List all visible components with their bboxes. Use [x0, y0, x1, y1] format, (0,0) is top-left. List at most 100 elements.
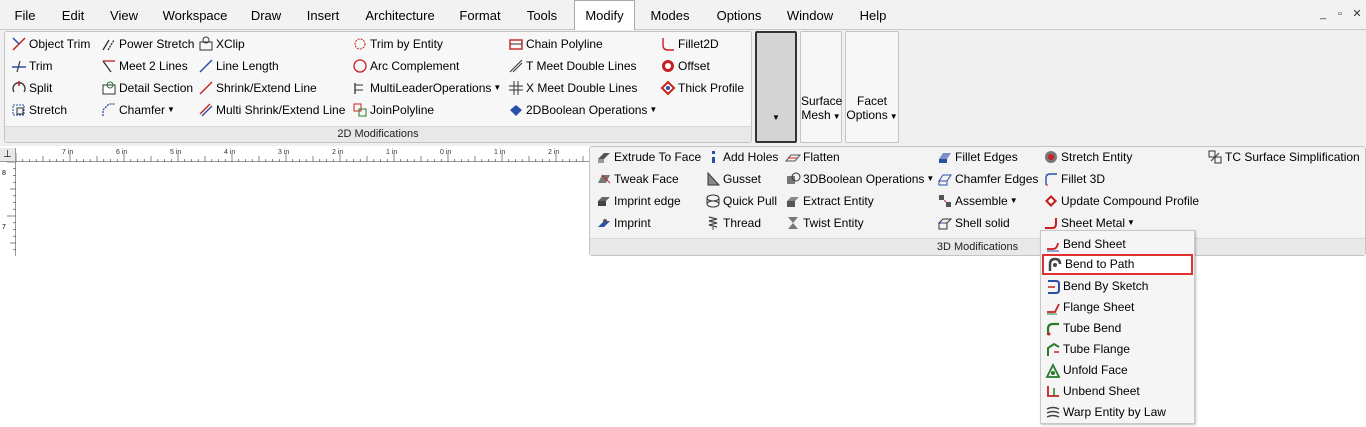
- unbend-sheet-label: Unbend Sheet: [1063, 384, 1140, 398]
- xclip-button[interactable]: XClip: [198, 34, 245, 54]
- gusset-button[interactable]: Gusset: [705, 169, 761, 189]
- menu-file[interactable]: File: [8, 0, 42, 30]
- menu-item-tube-bend[interactable]: Tube Bend: [1042, 318, 1193, 339]
- shrink-extend-line-label: Shrink/Extend Line: [216, 81, 317, 95]
- close-button[interactable]: ✕: [1350, 7, 1364, 21]
- menu-workspace[interactable]: Workspace: [158, 0, 232, 30]
- detail-section-button[interactable]: Detail Section: [101, 78, 193, 98]
- 2d-boolean-operations-button[interactable]: 2DBoolean Operations ▼: [508, 100, 657, 120]
- split-button[interactable]: Split: [11, 78, 52, 98]
- ruler-label: 7 in: [62, 149, 74, 156]
- t-meet-double-lines-button[interactable]: T Meet Double Lines: [508, 56, 637, 76]
- menu-item-warp-entity-by-law[interactable]: Warp Entity by Law: [1042, 402, 1193, 423]
- object-trim-button[interactable]: Object Trim: [11, 34, 90, 54]
- vertical-ruler: 8 7: [0, 162, 16, 256]
- menu-edit[interactable]: Edit: [56, 0, 90, 30]
- expand-panel-button[interactable]: ▼: [755, 31, 797, 143]
- extract-entity-button[interactable]: Extract Entity: [785, 191, 874, 211]
- menu-modes[interactable]: Modes: [644, 0, 696, 30]
- trim-by-entity-button[interactable]: Trim by Entity: [352, 34, 443, 54]
- restore-button[interactable]: ▫: [1333, 7, 1347, 21]
- chamfer-button[interactable]: Chamfer ▼: [101, 100, 175, 120]
- imprint-button[interactable]: Imprint: [596, 213, 651, 233]
- update-compound-profile-button[interactable]: Update Compound Profile: [1043, 191, 1199, 211]
- quick-pull-button[interactable]: Quick Pull: [705, 191, 777, 211]
- chamfer-label: Chamfer: [119, 103, 166, 117]
- multileader-dropdown-arrow: ▼: [493, 83, 502, 92]
- power-stretch-button[interactable]: Power Stretch: [101, 34, 194, 54]
- shell-solid-button[interactable]: Shell solid: [937, 213, 1010, 233]
- detail-section-label: Detail Section: [119, 81, 194, 95]
- thick-profile-button[interactable]: Thick Profile: [660, 78, 744, 98]
- gusset-label: Gusset: [723, 172, 762, 186]
- imprint-edge-button[interactable]: Imprint edge: [596, 191, 681, 211]
- thread-icon: [705, 215, 721, 231]
- shrink-extend-line-button[interactable]: Shrink/Extend Line: [198, 78, 317, 98]
- menu-draw[interactable]: Draw: [246, 0, 286, 30]
- menu-format[interactable]: Format: [454, 0, 506, 30]
- menu-item-bend-by-sketch[interactable]: Bend By Sketch: [1042, 276, 1193, 297]
- multileader-operations-button[interactable]: MultiLeaderOperations ▼: [352, 78, 501, 98]
- multi-shrink-extend-line-button[interactable]: Multi Shrink/Extend Line: [198, 100, 345, 120]
- menu-modify[interactable]: Modify: [574, 0, 635, 31]
- surface-mesh-button[interactable]: Surface Mesh ▼: [800, 31, 842, 143]
- trim-label: Trim: [29, 59, 53, 73]
- menu-item-flange-sheet[interactable]: Flange Sheet: [1042, 297, 1193, 318]
- line-length-button[interactable]: Line Length: [198, 56, 279, 76]
- menu-options[interactable]: Options: [710, 0, 768, 30]
- offset-button[interactable]: Offset: [660, 56, 710, 76]
- x-meet-double-lines-button[interactable]: X Meet Double Lines: [508, 78, 637, 98]
- tube-bend-icon: [1045, 321, 1061, 337]
- ruler-label: 2 in: [548, 149, 560, 156]
- assemble-button[interactable]: Assemble ▼: [937, 191, 1018, 211]
- extrude-to-face-label: Extrude To Face: [614, 150, 702, 164]
- menu-item-unbend-sheet[interactable]: Unbend Sheet: [1042, 381, 1193, 402]
- menu-architecture[interactable]: Architecture: [360, 0, 440, 30]
- flatten-button[interactable]: Flatten: [785, 147, 840, 167]
- join-polyline-button[interactable]: JoinPolyline: [352, 100, 434, 120]
- menu-window[interactable]: Window: [782, 0, 838, 30]
- ruler-origin-marker[interactable]: ⊥: [0, 148, 16, 162]
- extrude-to-face-button[interactable]: Extrude To Face: [596, 147, 701, 167]
- minimize-button[interactable]: _: [1316, 7, 1330, 21]
- menu-item-bend-to-path[interactable]: Bend to Path: [1042, 254, 1193, 275]
- menu-item-unfold-face[interactable]: Unfold Face: [1042, 360, 1193, 381]
- stretch-button[interactable]: Stretch: [11, 100, 67, 120]
- unfold-face-icon: [1045, 362, 1061, 379]
- menu-insert[interactable]: Insert: [300, 0, 346, 30]
- menu-item-bend-sheet[interactable]: Bend Sheet: [1042, 234, 1193, 255]
- add-holes-button[interactable]: Add Holes: [705, 147, 778, 167]
- chain-polyline-button[interactable]: Chain Polyline: [508, 34, 603, 54]
- multi-shrink-extend-line-label: Multi Shrink/Extend Line: [216, 103, 346, 117]
- update-compound-profile-icon: [1043, 193, 1059, 209]
- meet-2-lines-icon: [101, 58, 117, 74]
- menu-tools[interactable]: Tools: [520, 0, 564, 30]
- arc-complement-button[interactable]: Arc Complement: [352, 56, 459, 76]
- 3d-boolean-operations-button[interactable]: 3DBoolean Operations ▼: [785, 169, 934, 189]
- twist-entity-label: Twist Entity: [803, 216, 864, 230]
- fillet-edges-icon: [937, 149, 953, 165]
- meet-2-lines-button[interactable]: Meet 2 Lines: [101, 56, 188, 76]
- fillet-edges-button[interactable]: Fillet Edges: [937, 147, 1018, 167]
- twist-entity-button[interactable]: Twist Entity: [785, 213, 864, 233]
- tweak-face-button[interactable]: Tweak Face: [596, 169, 679, 189]
- trim-by-entity-icon: [352, 36, 368, 52]
- facet-options-button[interactable]: Facet Options ▼: [845, 31, 899, 143]
- menu-help[interactable]: Help: [852, 0, 894, 30]
- imprint-edge-icon: [596, 193, 612, 209]
- chamfer-edges-button[interactable]: Chamfer Edges: [937, 169, 1038, 189]
- fillet-edges-label: Fillet Edges: [955, 150, 1018, 164]
- imprint-label: Imprint: [614, 216, 651, 230]
- menu-view[interactable]: View: [104, 0, 144, 30]
- stretch-entity-button[interactable]: Stretch Entity: [1043, 147, 1132, 167]
- sheet-metal-dropdown-menu: Bend Sheet Bend to Path Bend By Sketch F…: [1040, 230, 1195, 424]
- power-stretch-label: Power Stretch: [119, 37, 195, 51]
- tc-surface-simplification-button[interactable]: TC Surface Simplification: [1207, 147, 1360, 167]
- fillet-3d-button[interactable]: Fillet 3D: [1043, 169, 1105, 189]
- fillet2d-button[interactable]: Fillet2D: [660, 34, 719, 54]
- menu-item-tube-flange[interactable]: Tube Flange: [1042, 339, 1193, 360]
- thread-button[interactable]: Thread: [705, 213, 761, 233]
- trim-button[interactable]: Trim: [11, 56, 53, 76]
- thick-profile-label: Thick Profile: [678, 81, 745, 95]
- split-icon: [11, 80, 27, 96]
